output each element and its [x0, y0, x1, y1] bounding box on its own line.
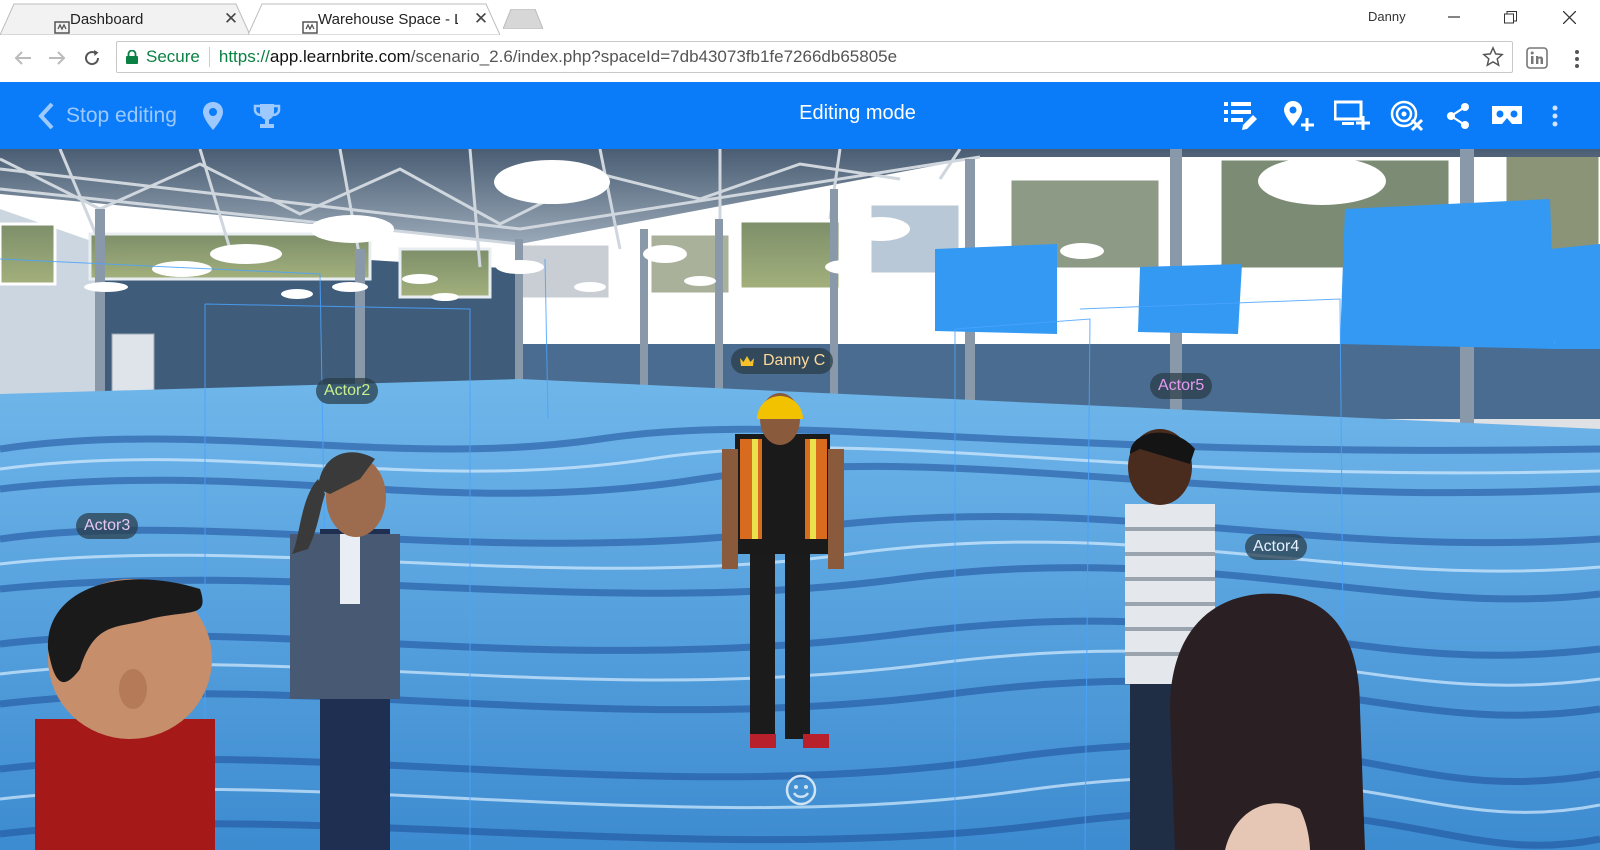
remove-target-button[interactable] [1389, 98, 1425, 134]
actor2-name: Actor2 [324, 382, 371, 399]
player-name: Danny C [763, 352, 826, 369]
actor3-name: Actor3 [84, 517, 131, 534]
vr-headset-icon [1492, 106, 1522, 124]
url-host: app.learnbrite.com [269, 47, 411, 66]
share-button[interactable] [1440, 98, 1476, 134]
secure-label: Secure [146, 47, 200, 66]
actor2-label: Actor2 [316, 378, 379, 404]
star-icon[interactable] [1482, 46, 1504, 68]
forward-button[interactable] [44, 45, 70, 71]
lock-icon [126, 50, 138, 64]
divider [208, 47, 210, 67]
back-button[interactable] [10, 45, 36, 71]
3d-viewport[interactable]: Actor2 Actor3 Actor4 Actor5 Danny C [0, 149, 1600, 850]
actor3-label: Actor3 [76, 513, 139, 539]
learnbrite-icon [54, 21, 70, 34]
restore-icon [1503, 10, 1517, 23]
add-pin-icon [1284, 101, 1314, 131]
close-window-button[interactable] [1546, 4, 1592, 30]
smiley-icon[interactable] [785, 774, 817, 806]
reload-button[interactable] [79, 45, 105, 71]
close-icon[interactable]: ✕ [222, 9, 240, 29]
url-text: https://app.learnbrite.com/scenario_2.6/… [219, 47, 897, 67]
actor5-label: Actor5 [1150, 373, 1213, 399]
minimize-icon [1448, 16, 1460, 18]
browser-menu-icon[interactable] [1571, 47, 1583, 71]
profile-name[interactable]: Danny [1368, 9, 1406, 24]
add-screen-button[interactable] [1334, 98, 1370, 134]
learnbrite-icon [302, 21, 318, 34]
add-location-button[interactable] [1281, 98, 1317, 134]
browser-tab-strip: Dashboard ✕ Warehouse Space - Learn ✕ Da… [0, 0, 1600, 35]
share-icon [1447, 103, 1469, 129]
achievements-button[interactable] [249, 98, 285, 134]
actor4-label: Actor4 [1245, 534, 1308, 560]
arrow-right-icon [49, 51, 66, 65]
vr-mode-button[interactable] [1489, 98, 1525, 134]
browser-toolbar: Secure https://app.learnbrite.com/scenar… [0, 35, 1600, 83]
app-menu-button[interactable] [1537, 98, 1573, 134]
reload-icon [85, 50, 100, 66]
arrow-left-icon [14, 51, 31, 65]
warehouse-scene [0, 149, 1600, 850]
location-button[interactable] [195, 98, 231, 134]
app-toolbar: Stop editing Editing mode [0, 82, 1600, 149]
stop-editing-label: Stop editing [66, 104, 177, 127]
player-label: Danny C [731, 348, 834, 374]
add-monitor-icon [1334, 100, 1370, 130]
more-vertical-icon [1552, 105, 1558, 127]
tab-dashboard[interactable]: Dashboard ✕ [0, 3, 250, 35]
url-scheme: https:// [218, 47, 270, 66]
map-pin-icon [203, 102, 223, 130]
address-bar[interactable]: Secure https://app.learnbrite.com/scenar… [116, 41, 1513, 73]
close-icon [1562, 10, 1576, 24]
minimize-button[interactable] [1431, 4, 1477, 30]
tab-warehouse-space[interactable]: Warehouse Space - Learn ✕ [248, 3, 500, 35]
actor4-name: Actor4 [1253, 538, 1300, 555]
tab-title: Warehouse Space - Learn [318, 10, 458, 28]
linkedin-icon[interactable] [1526, 47, 1548, 69]
trophy-icon [253, 104, 281, 128]
crown-icon [740, 356, 754, 366]
new-tab-button[interactable] [503, 9, 543, 29]
stop-editing-button[interactable]: Stop editing [38, 99, 177, 133]
url-path: /scenario_2.6/index.php?spaceId=7db43073… [410, 47, 898, 66]
actor5-name: Actor5 [1158, 377, 1205, 394]
chevron-left-icon [38, 102, 54, 130]
restore-button[interactable] [1487, 4, 1533, 30]
tab-title: Dashboard [70, 10, 144, 28]
list-edit-icon [1224, 102, 1257, 130]
edit-list-button[interactable] [1223, 98, 1259, 134]
target-remove-icon [1390, 100, 1424, 132]
close-icon[interactable]: ✕ [472, 9, 490, 29]
